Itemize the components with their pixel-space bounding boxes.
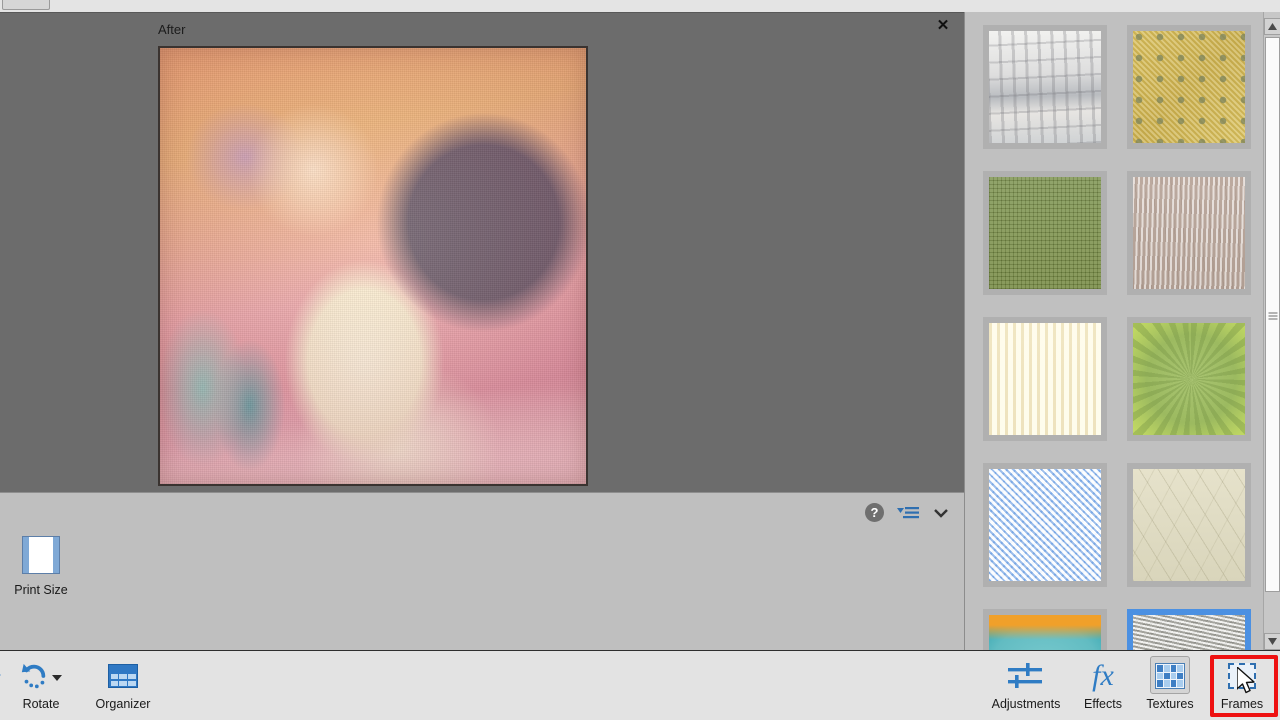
frames-label: Frames <box>1220 697 1264 711</box>
photo-image <box>160 48 586 484</box>
app-window: After ✕ ? Print Size Rotate Organizer Ad… <box>0 0 1280 720</box>
texture-thumb-green-canvas[interactable] <box>983 171 1107 295</box>
texture-thumb-cream-corduroy[interactable] <box>983 317 1107 441</box>
toolbar-right-group: Adjustments fx Effects Textures Frames <box>980 651 1278 719</box>
sliders-icon <box>1006 660 1046 692</box>
texture-swatch <box>1133 31 1245 143</box>
texture-thumb-blue-denim[interactable] <box>983 463 1107 587</box>
effects-label: Effects <box>1084 697 1122 711</box>
list-options-icon[interactable] <box>897 505 919 521</box>
texture-thumbnail-grid <box>983 25 1251 650</box>
texture-swatch <box>989 177 1101 289</box>
textures-panel-scroll-content <box>971 12 1254 650</box>
texture-swatch <box>989 615 1101 650</box>
texture-swatch <box>989 323 1101 435</box>
preview-after-label: After <box>158 22 186 37</box>
texture-swatch <box>989 31 1101 143</box>
textures-panel <box>964 12 1280 650</box>
organizer-button[interactable]: Organizer <box>80 651 166 719</box>
textures-button[interactable]: Textures <box>1134 651 1206 719</box>
preview-photo[interactable] <box>158 46 588 486</box>
fx-icon: fx <box>1092 659 1114 692</box>
texture-thumb-green-sunburst[interactable] <box>1127 317 1251 441</box>
textures-label: Textures <box>1146 697 1194 711</box>
texture-thumb-peeling-paint[interactable] <box>983 25 1107 149</box>
top-strip <box>0 0 1280 12</box>
help-icon[interactable]: ? <box>865 503 884 522</box>
scrollbar-thumb[interactable] <box>1265 37 1280 592</box>
scroll-up-icon[interactable] <box>1264 18 1280 35</box>
redo-arrow-icon <box>0 660 1 692</box>
textures-panel-scrollbar[interactable] <box>1263 12 1280 650</box>
collapse-chevron-icon[interactable] <box>932 505 950 521</box>
texture-swatch <box>1133 469 1245 581</box>
close-icon[interactable]: ✕ <box>934 16 952 34</box>
scroll-down-icon[interactable] <box>1264 633 1280 650</box>
adjustments-label: Adjustments <box>991 697 1061 711</box>
toolbar-left-group: do Rotate <box>0 651 166 719</box>
preview-canvas: After ✕ <box>0 12 964 492</box>
options-icon-group: ? <box>865 503 950 522</box>
window-tab[interactable] <box>2 0 50 10</box>
organizer-label: Organizer <box>95 697 151 711</box>
frame-icon <box>1228 660 1256 692</box>
print-size-label: Print Size <box>14 583 68 597</box>
adjustments-button[interactable]: Adjustments <box>980 651 1072 719</box>
print-size-icon <box>22 536 60 574</box>
texture-swatch <box>1133 177 1245 289</box>
rotate-label: Rotate <box>22 697 60 711</box>
texture-thumb-gold-polka-weave[interactable] <box>1127 25 1251 149</box>
textures-grid-icon <box>1155 660 1185 692</box>
texture-swatch <box>1133 615 1245 650</box>
texture-thumb-gray-stucco[interactable] <box>1127 609 1251 650</box>
texture-swatch <box>1133 323 1245 435</box>
texture-swatch <box>989 469 1101 581</box>
scrollbar-grip-icon <box>1268 310 1277 319</box>
rotate-button[interactable]: Rotate <box>2 651 80 719</box>
rotate-ccw-icon <box>19 660 63 692</box>
texture-thumb-teal-grunge[interactable] <box>983 609 1107 650</box>
effects-button[interactable]: fx Effects <box>1072 651 1134 719</box>
texture-thumb-parchment-scratch[interactable] <box>1127 463 1251 587</box>
options-bar: ? Print Size <box>0 492 964 650</box>
frames-button[interactable]: Frames <box>1206 651 1278 719</box>
organizer-grid-icon <box>108 660 138 692</box>
texture-thumb-beige-linen[interactable] <box>1127 171 1251 295</box>
bottom-toolbar: do Rotate <box>0 650 1280 720</box>
print-size-button[interactable]: Print Size <box>14 536 68 597</box>
